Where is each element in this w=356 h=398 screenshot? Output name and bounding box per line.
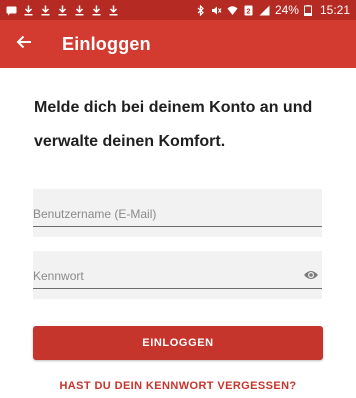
username-input[interactable] — [33, 203, 293, 225]
eye-icon[interactable] — [302, 267, 320, 283]
battery-icon — [303, 4, 315, 16]
mute-icon — [211, 5, 222, 16]
login-headline: Melde dich bei deinem Konto an und verwa… — [34, 99, 313, 150]
status-notifications — [6, 5, 119, 16]
status-bar: 2 24% 15:21 — [0, 0, 356, 20]
password-field — [33, 251, 322, 299]
message-icon — [6, 5, 17, 16]
download-icon — [57, 5, 68, 16]
status-system: 2 24% 15:21 — [195, 3, 350, 17]
download-icon — [108, 5, 119, 16]
clock: 15:21 — [319, 3, 350, 17]
app-bar: Einloggen — [0, 20, 356, 68]
bluetooth-icon — [195, 4, 206, 16]
arrow-left-icon — [16, 34, 32, 55]
wifi-icon — [227, 5, 238, 16]
page-title: Einloggen — [62, 33, 151, 54]
password-input[interactable] — [33, 265, 293, 287]
svg-text:2: 2 — [246, 8, 250, 15]
forgot-password-link[interactable]: HAST DU DEIN KENNWORT VERGESSEN? — [0, 380, 356, 392]
password-underline — [33, 288, 322, 289]
battery-percent: 24% — [274, 3, 299, 17]
username-field — [33, 189, 322, 237]
download-icon — [40, 5, 51, 16]
username-underline — [33, 226, 322, 227]
download-icon — [74, 5, 85, 16]
signal-icon — [259, 5, 270, 16]
sim-icon: 2 — [243, 5, 254, 16]
back-button[interactable] — [12, 32, 36, 56]
login-button[interactable]: EINLOGGEN — [33, 326, 323, 360]
download-icon — [91, 5, 102, 16]
download-icon — [23, 5, 34, 16]
